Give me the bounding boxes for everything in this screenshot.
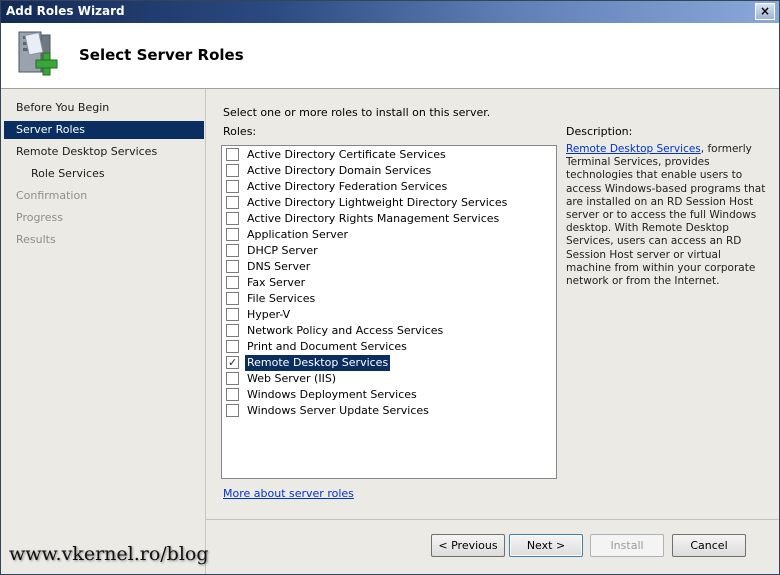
- role-label[interactable]: Windows Server Update Services: [245, 403, 431, 419]
- checkmark-icon: ✓: [228, 356, 238, 369]
- step-server-roles[interactable]: Server Roles: [4, 121, 204, 139]
- role-checkbox[interactable]: [226, 228, 239, 241]
- step-progress: Progress: [16, 211, 63, 224]
- role-label[interactable]: Remote Desktop Services: [245, 355, 391, 371]
- role-label[interactable]: DNS Server: [245, 259, 312, 275]
- step-confirmation: Confirmation: [16, 189, 88, 202]
- role-checkbox[interactable]: [226, 388, 239, 401]
- role-checkbox[interactable]: [226, 180, 239, 193]
- role-checkbox[interactable]: [226, 260, 239, 273]
- role-checkbox[interactable]: [226, 164, 239, 177]
- step-before-you-begin[interactable]: Before You Begin: [4, 99, 204, 117]
- role-label[interactable]: Print and Document Services: [245, 339, 409, 355]
- description-text: , formerly Terminal Services, provides t…: [566, 143, 766, 288]
- previous-button[interactable]: < Previous: [431, 534, 505, 557]
- more-about-server-roles-link[interactable]: More about server roles: [223, 487, 354, 500]
- role-checkbox[interactable]: [226, 292, 239, 305]
- role-checkbox[interactable]: [226, 276, 239, 289]
- window-title: Add Roles Wizard: [6, 4, 125, 18]
- instructions-text: Select one or more roles to install on t…: [223, 106, 491, 119]
- step-role-services[interactable]: Role Services: [4, 165, 204, 183]
- page-title: Select Server Roles: [79, 46, 244, 64]
- role-checkbox[interactable]: [226, 244, 239, 257]
- role-checkbox-checked[interactable]: ✓: [226, 356, 239, 369]
- wizard-footer: < Previous Next > Install Cancel: [206, 520, 779, 574]
- description-label: Description:: [566, 125, 633, 138]
- role-label[interactable]: Active Directory Certificate Services: [245, 147, 448, 163]
- watermark-text: www.vkernel.ro/blog: [9, 543, 209, 565]
- role-checkbox[interactable]: [226, 196, 239, 209]
- role-label[interactable]: Windows Deployment Services: [245, 387, 419, 403]
- main-panel: Select one or more roles to install on t…: [206, 89, 779, 520]
- server-add-icon: [18, 31, 58, 76]
- role-checkbox[interactable]: [226, 308, 239, 321]
- install-button: Install: [590, 534, 664, 557]
- role-label[interactable]: Active Directory Lightweight Directory S…: [245, 195, 509, 211]
- role-description: Remote Desktop Services, formerly Termin…: [566, 143, 766, 288]
- next-button[interactable]: Next >: [509, 534, 583, 557]
- role-checkbox[interactable]: [226, 404, 239, 417]
- role-label[interactable]: File Services: [245, 291, 317, 307]
- close-button[interactable]: ×: [755, 3, 775, 20]
- role-checkbox[interactable]: [226, 340, 239, 353]
- role-label[interactable]: Application Server: [245, 227, 350, 243]
- role-checkbox[interactable]: [226, 148, 239, 161]
- role-label[interactable]: Network Policy and Access Services: [245, 323, 445, 339]
- role-checkbox[interactable]: [226, 324, 239, 337]
- role-label[interactable]: Web Server (IIS): [245, 371, 338, 387]
- roles-label: Roles:: [223, 125, 257, 138]
- role-checkbox[interactable]: [226, 212, 239, 225]
- role-label[interactable]: Active Directory Domain Services: [245, 163, 433, 179]
- role-checkbox[interactable]: [226, 372, 239, 385]
- role-label[interactable]: Active Directory Rights Management Servi…: [245, 211, 501, 227]
- step-results: Results: [16, 233, 56, 246]
- role-label[interactable]: Active Directory Federation Services: [245, 179, 449, 195]
- role-label[interactable]: Hyper-V: [245, 307, 292, 323]
- role-label[interactable]: DHCP Server: [245, 243, 320, 259]
- cancel-button[interactable]: Cancel: [672, 534, 746, 557]
- description-link[interactable]: Remote Desktop Services: [566, 143, 701, 155]
- step-remote-desktop-services[interactable]: Remote Desktop Services: [4, 143, 204, 161]
- role-label[interactable]: Fax Server: [245, 275, 307, 291]
- wizard-header: Select Server Roles: [1, 23, 779, 89]
- title-bar[interactable]: Add Roles Wizard ×: [1, 1, 779, 23]
- roles-list[interactable]: Active Directory Certificate Services Ac…: [221, 145, 557, 479]
- add-roles-wizard-window: Add Roles Wizard × Select Server Roles B…: [0, 0, 780, 575]
- wizard-steps-sidebar: Before You Begin Server Roles Remote Des…: [1, 89, 206, 574]
